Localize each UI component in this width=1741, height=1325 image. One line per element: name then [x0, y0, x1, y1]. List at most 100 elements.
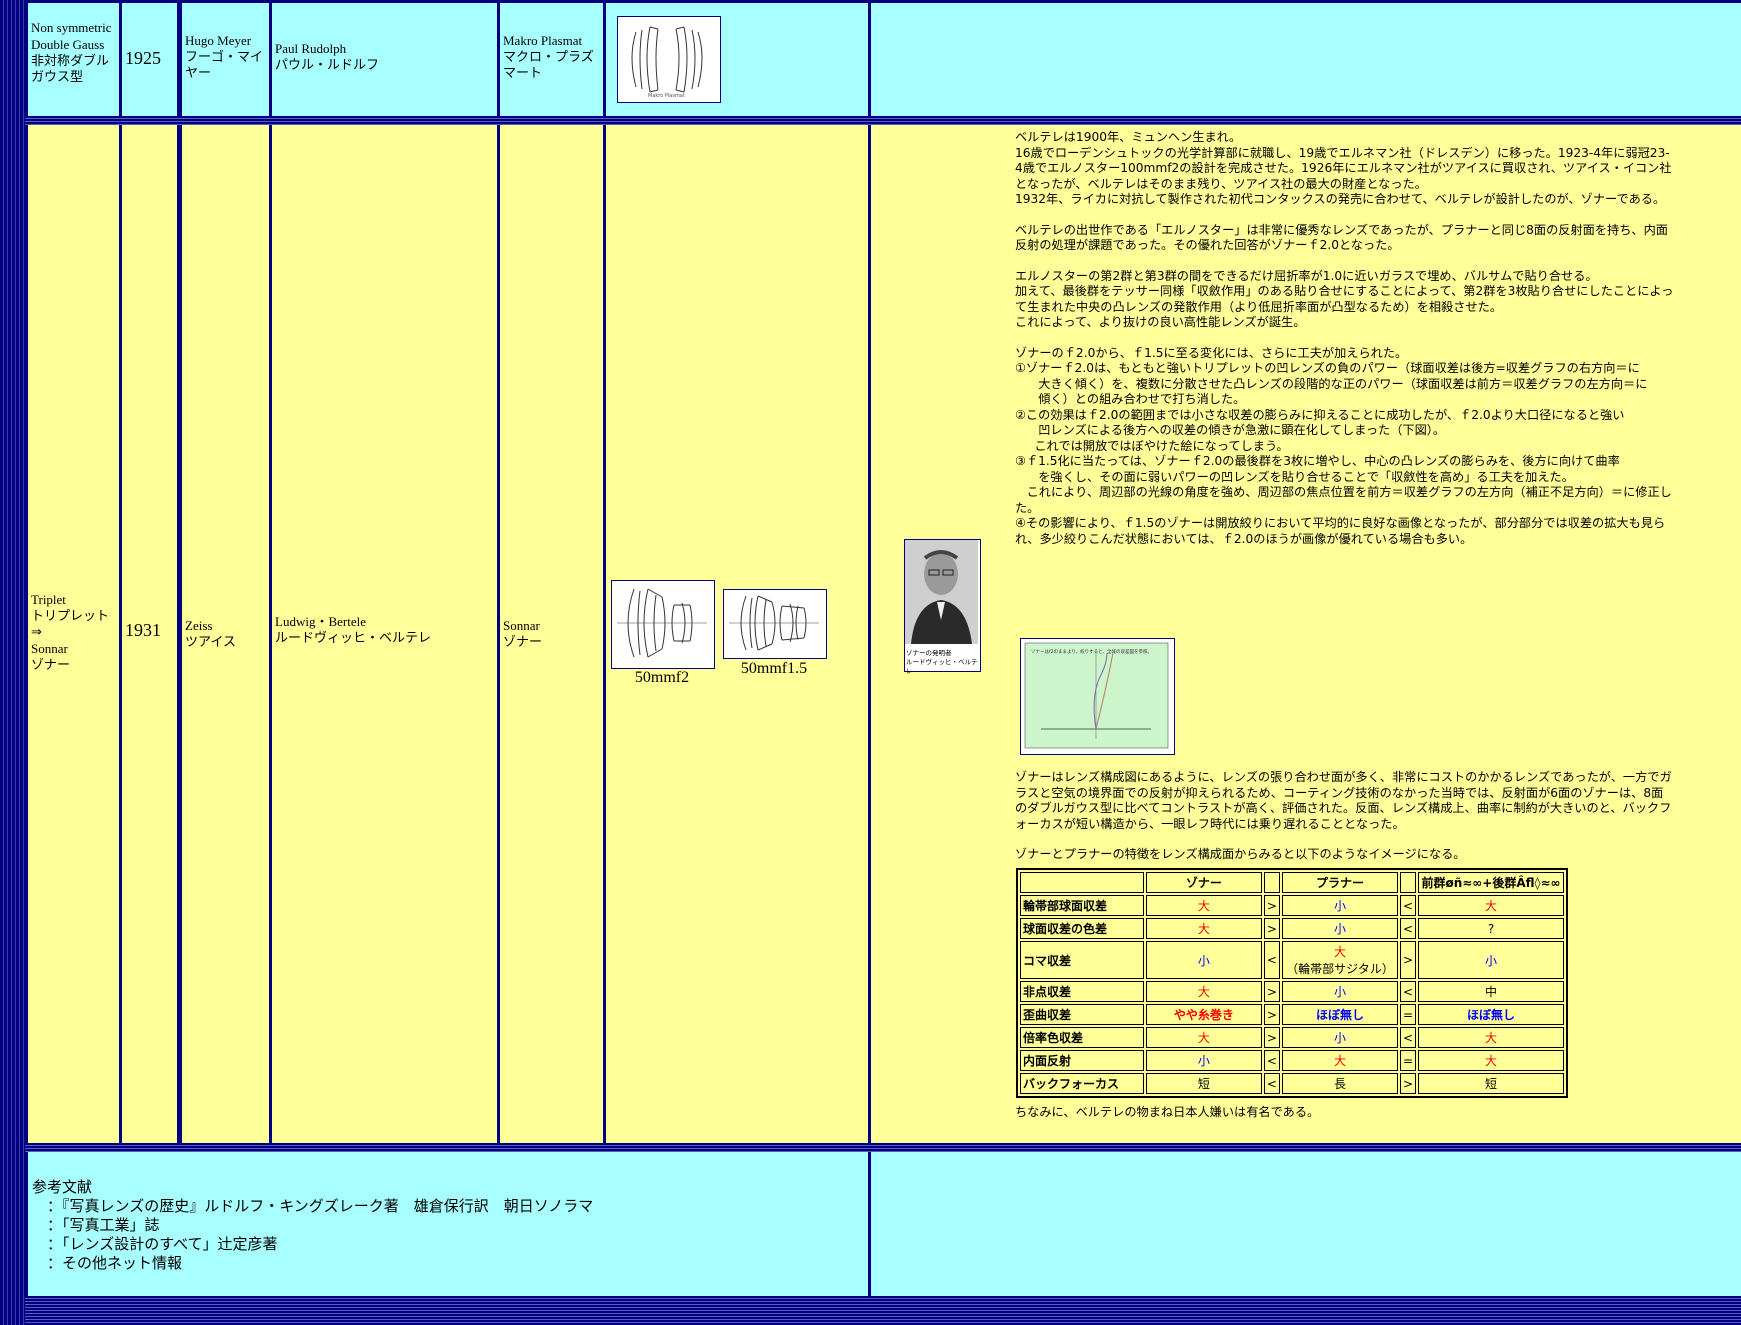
table-cell: <: [1399, 981, 1416, 1002]
table-header-cell: [1020, 872, 1144, 893]
row1-notes-cell: [871, 3, 1741, 116]
table-cell: 内面反射: [1020, 1050, 1144, 1071]
table-cell: >: [1399, 1073, 1416, 1094]
table-cell-text: >: [1266, 898, 1277, 913]
table-cell-text: 小: [1197, 1054, 1210, 1068]
table-cell-text: >: [1266, 1030, 1277, 1045]
sonnar-f2-caption: 50mmf2: [634, 669, 690, 686]
table-cell: 大: [1418, 895, 1564, 916]
table-cell-subtext: （輪帯部サジタル）: [1286, 962, 1394, 976]
lens-diagram-icon: Makro Plasmat: [631, 26, 703, 99]
table-cell: 短: [1418, 1073, 1564, 1094]
table-cell: <: [1399, 1027, 1416, 1048]
table-cell-text: 歪曲収差: [1023, 1008, 1072, 1022]
row1-lens-cell: Makro Plasmat マクロ・プラズマート: [500, 3, 603, 116]
table-cell-text: 大: [1333, 945, 1346, 959]
table-cell: 大: [1145, 981, 1262, 1002]
table-cell-text: >: [1402, 953, 1413, 967]
closing-note: ちなみに、ベルテレの物まね日本人嫌いは有名である。: [1015, 1105, 1320, 1119]
table-cell-text: 小: [1333, 922, 1346, 936]
row1-year: 1925: [125, 48, 161, 68]
graph-note: ゾナーはf2のままより、絞りすると、全域の収差図を参照。: [1031, 648, 1152, 655]
prose-para: 傾く）との組み合わせで打ち消した。: [1015, 392, 1246, 406]
table-cell: <: [1263, 941, 1280, 979]
references-right-cell: [871, 1152, 1741, 1296]
table-cell: 歪曲収差: [1020, 1004, 1144, 1025]
row-separator: [25, 1296, 1741, 1325]
row1-designer-jp: パウル・ルドルフ: [275, 58, 380, 73]
aberration-chart-icon: ゾナーはf2のままより、絞りすると、全域の収差図を参照。: [1024, 642, 1169, 749]
prose-para: 加えて、最後群をテッサー同様「収斂作用」のある貼り合せにすることによって、第2群…: [1015, 284, 1674, 314]
row2-year: 1931: [125, 620, 161, 640]
table-cell: 大 （輪帯部サジタル）: [1281, 941, 1398, 979]
row2-type-cell: Triplet トリプレット ⇒ Sonnar ゾナー: [28, 125, 119, 1143]
table-cell: >: [1263, 918, 1280, 939]
table-cell-text: 大: [1333, 1054, 1346, 1068]
table-cell: 小: [1281, 895, 1398, 916]
table-cell-text: >: [1266, 984, 1277, 999]
table-cell-text: 大: [1484, 1054, 1497, 1068]
table-cell-text: コマ収差: [1023, 953, 1072, 968]
table-cell-text: 小: [1333, 1031, 1346, 1045]
table-header-row: ゾナー プラナー 前群øñ≈∞+後群Âfl◊≈∞: [1020, 872, 1564, 893]
sonnar-summary: ゾナーはレンズ構成図にあるように、レンズの張り合わせ面が多く、非常にコストのかか…: [1015, 770, 1675, 863]
prose-para: ベルテレは1900年、ミュンヘン生まれ。: [1015, 130, 1242, 144]
table-cell: 小: [1281, 1027, 1398, 1048]
table-cell-text: <: [1266, 1053, 1277, 1068]
table-cell-text: <: [1402, 921, 1413, 936]
table-cell-text: 球面収差の色差: [1023, 922, 1108, 936]
table-cell-text: >: [1402, 1076, 1413, 1091]
table-cell: 大: [1145, 918, 1262, 939]
table-row: 球面収差の色差 大 > 小 <?: [1020, 918, 1564, 939]
row1-lens-jp: マクロ・プラズマート: [503, 50, 594, 81]
left-border: [0, 0, 25, 1325]
prose-para: 16歳でローデンシュトックの光学計算部に就職し、19歳でエルネマン社（ドレスデン…: [1015, 145, 1672, 191]
table-cell-text: 輪帯部球面収差: [1023, 899, 1108, 913]
table-cell-text: 長: [1333, 1077, 1346, 1091]
bertele-description: ベルテレは1900年、ミュンヘン生まれ。 16歳でローデンシュトックの光学計算部…: [1015, 130, 1675, 547]
prose-para: 大きく傾く）を、複数に分散させた凸レンズの段階的な正のパワー（球面収差は前方＝収…: [1015, 376, 1648, 391]
prose-para: これにより、周辺部の光線の角度を強め、周辺部の焦点位置を前方＝収差グラフの左方向…: [1015, 485, 1672, 515]
table-row: 倍率色収差 大 > 小 < 大: [1020, 1027, 1564, 1048]
table-cell: 小: [1145, 1050, 1262, 1071]
table-cell-text: >: [1266, 1007, 1277, 1022]
table-cell-text: ほぼ無し: [1315, 1008, 1364, 1022]
table-cell-text: 短: [1484, 1077, 1497, 1091]
table-cell-text: 非点収差: [1023, 985, 1072, 999]
row1-designer-cell: Paul Rudolph パウル・ルドルフ: [272, 3, 497, 116]
prose-para: 1932年、ライカに対抗して製作された初代コンタックスの発売に合わせて、ベルテレ…: [1015, 192, 1666, 206]
prose-para: これでは開放ではぼやけた絵になってしまう。: [1015, 438, 1289, 453]
row2-designer-cell: Ludwig・Bertele ルードヴィッヒ・ベルテレ: [272, 125, 497, 1143]
portrait-caption: ゾナーの発明者 ルードヴィッヒ・ベルテレ: [905, 648, 980, 677]
table-cell: 小: [1418, 941, 1564, 979]
table-cell-text: ?: [1487, 921, 1495, 936]
table-cell: 大: [1145, 895, 1262, 916]
sonnar-f15-caption: 50mmf1.5: [740, 660, 808, 677]
table-row: 輪帯部球面収差 大 > 小 < 大: [1020, 895, 1564, 916]
table-cell: 大: [1418, 1027, 1564, 1048]
row2-lens-en: Sonnar: [503, 618, 540, 633]
table-row: 歪曲収差 やや糸巻き > ほぼ無し = ほぼ無し: [1020, 1004, 1564, 1025]
table-cell-text: <: [1402, 898, 1413, 913]
row1-type-jp: 非対称ダブルガウス型: [31, 54, 110, 85]
table-cell: 大: [1145, 1027, 1262, 1048]
row1-year-cell: 1925: [122, 3, 177, 116]
table-row: 内面反射 小 < 大 = 大: [1020, 1050, 1564, 1071]
table-cell-text: バックフォーカス: [1023, 1077, 1120, 1091]
table-cell: >: [1263, 1004, 1280, 1025]
table-cell: >: [1263, 1027, 1280, 1048]
prose-para: 凹レンズによる後方への収差の傾きが急激に顕在化してしまった（下図）。: [1015, 423, 1446, 437]
table-cell-text: =: [1402, 1053, 1413, 1068]
table-cell-text: 短: [1197, 1077, 1210, 1091]
table-cell: >: [1263, 895, 1280, 916]
table-cell-text: 内面反射: [1023, 1054, 1072, 1068]
table-cell-text: 大: [1484, 1031, 1497, 1045]
table-cell: 小: [1281, 981, 1398, 1002]
table-cell-text: <: [1402, 1030, 1413, 1045]
row1-type-cell: Non symmetric Double Gauss 非対称ダブルガウス型: [28, 3, 119, 116]
prose-para: ③ｆ1.5化に当たっては、ゾナーｆ2.0の最後群を3枚に増やし、中心の凸レンズの…: [1015, 454, 1620, 468]
prose-para: を強くし、その面に弱いパワーの凹レンズを貼り合せることで「収斂性を高め」る工夫を…: [1015, 469, 1574, 484]
table-cell: ほぼ無し: [1281, 1004, 1398, 1025]
row2-arrow: ⇒: [31, 625, 42, 640]
table-cell: 非点収差: [1020, 981, 1144, 1002]
